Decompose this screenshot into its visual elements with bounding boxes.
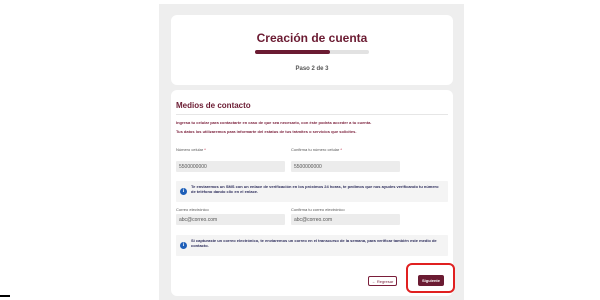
email-confirm-input-placeholder: abc@correo.com [294,216,333,223]
page-title: Creación de cuenta [256,31,368,45]
required-mark: * [204,147,206,152]
phone-confirm-input[interactable]: 5500000000 [291,161,400,172]
phone-input-value: 5500000000 [179,163,207,170]
email-confirm-input[interactable]: abc@correo.com [291,214,400,225]
email-confirm-label: Confirma tu correo electrónico [291,207,345,212]
phone-label-text: Número celular [176,147,204,152]
section-title: Medios de contacto [176,101,251,110]
sms-info-text: Te enviaremos un SMS con un enlace de ve… [191,184,439,194]
info-icon: i [180,188,187,195]
next-button-highlight [406,263,455,293]
email-info-text: Si capturaste un correo electrónico, te … [191,238,437,248]
intro-text-usage: Tus datos los utilizaremos para informar… [176,129,357,134]
required-mark: * [340,147,342,152]
email-input[interactable]: abc@correo.com [176,214,285,225]
progress-bar [255,50,369,54]
email-label: Correo electrónico [176,207,209,212]
header-card: Creación de cuenta Paso 2 de 3 [171,15,453,85]
email-input-placeholder: abc@correo.com [179,216,218,223]
back-button[interactable]: ← Regresar [368,276,397,286]
email-info-box: i Si capturaste un correo electrónico, t… [176,235,448,256]
phone-label: Número celular * [176,147,206,152]
phone-input[interactable]: 5500000000 [176,161,285,172]
phone-confirm-label-text: Confirma tu número celular [291,147,340,152]
phone-confirm-label: Confirma tu número celular * [291,147,342,152]
phone-confirm-input-value: 5500000000 [294,163,322,170]
step-indicator: Paso 2 de 3 [295,66,329,72]
info-icon: i [180,242,187,249]
corner-mark [0,295,10,297]
section-divider [176,114,448,115]
sms-info-box: i Te enviaremos un SMS con un enlace de … [176,181,448,202]
progress-bar-fill [255,50,331,54]
intro-text-phone: Ingresa tu celular para contactarte en c… [176,120,372,125]
